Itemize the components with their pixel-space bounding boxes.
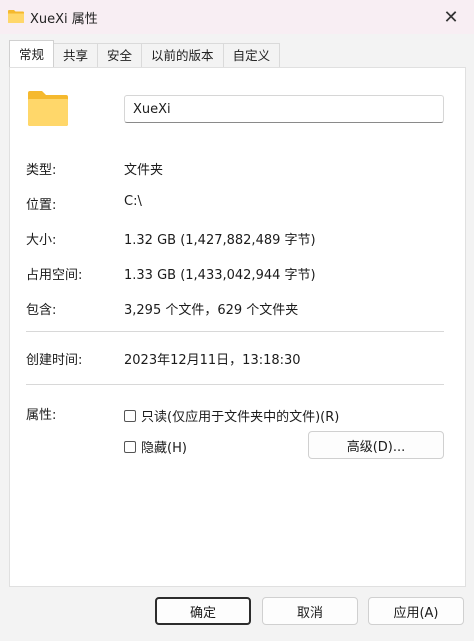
- close-button[interactable]: ✕: [428, 0, 474, 34]
- readonly-label[interactable]: 只读(仅应用于文件夹中的文件)(R): [141, 406, 339, 425]
- ok-button[interactable]: 确定: [155, 597, 251, 625]
- tab-sharing[interactable]: 共享: [54, 43, 99, 67]
- apply-button[interactable]: 应用(A): [368, 597, 464, 625]
- size-on-disk-value: 1.33 GB (1,433,042,944 字节): [124, 268, 316, 283]
- folder-icon: [8, 9, 24, 27]
- folder-icon: [28, 90, 68, 130]
- advanced-button[interactable]: 高级(D)...: [308, 431, 444, 459]
- readonly-checkbox[interactable]: [124, 409, 136, 422]
- tab-general[interactable]: 常规: [9, 40, 55, 67]
- location-value: C:\: [124, 194, 142, 209]
- size-on-disk-row: 占用空间: 1.33 GB (1,433,042,944 字节): [26, 264, 446, 284]
- tab-security[interactable]: 安全: [98, 43, 143, 67]
- hidden-option[interactable]: 隐藏(H): [124, 437, 187, 456]
- created-value: 2023年12月11日，13:18:30: [124, 353, 301, 368]
- general-panel: 类型: 文件夹 位置: C:\ 大小: 1.32 GB (1,427,882,4…: [9, 67, 466, 587]
- divider: [26, 384, 444, 385]
- contains-row: 包含: 3,295 个文件，629 个文件夹: [26, 299, 446, 319]
- location-label: 位置:: [26, 198, 57, 213]
- contains-label: 包含:: [26, 303, 57, 318]
- location-row: 位置: C:\: [26, 194, 446, 214]
- window-title: XueXi 属性: [30, 12, 98, 27]
- size-label: 大小:: [26, 233, 57, 248]
- type-label: 类型:: [26, 163, 57, 178]
- created-row: 创建时间: 2023年12月11日，13:18:30: [26, 349, 446, 369]
- cancel-button[interactable]: 取消: [262, 597, 358, 625]
- title-bar: XueXi 属性 ✕: [0, 0, 474, 34]
- attributes-label: 属性:: [26, 408, 57, 423]
- size-value: 1.32 GB (1,427,882,489 字节): [124, 233, 316, 248]
- tab-customize[interactable]: 自定义: [223, 43, 281, 67]
- hidden-label[interactable]: 隐藏(H): [141, 437, 187, 456]
- close-icon: ✕: [443, 6, 459, 28]
- hidden-checkbox[interactable]: [124, 440, 136, 453]
- divider: [26, 331, 444, 332]
- size-row: 大小: 1.32 GB (1,427,882,489 字节): [26, 229, 446, 249]
- tab-strip: 常规 共享 安全 以前的版本 自定义: [9, 40, 281, 67]
- type-row: 类型: 文件夹: [26, 159, 446, 179]
- folder-name-input[interactable]: [124, 95, 444, 123]
- tab-previous-versions[interactable]: 以前的版本: [142, 43, 224, 67]
- created-label: 创建时间:: [26, 353, 83, 368]
- contains-value: 3,295 个文件，629 个文件夹: [124, 303, 299, 318]
- size-on-disk-label: 占用空间:: [26, 268, 83, 283]
- readonly-option[interactable]: 只读(仅应用于文件夹中的文件)(R): [124, 406, 339, 425]
- type-value: 文件夹: [124, 163, 164, 178]
